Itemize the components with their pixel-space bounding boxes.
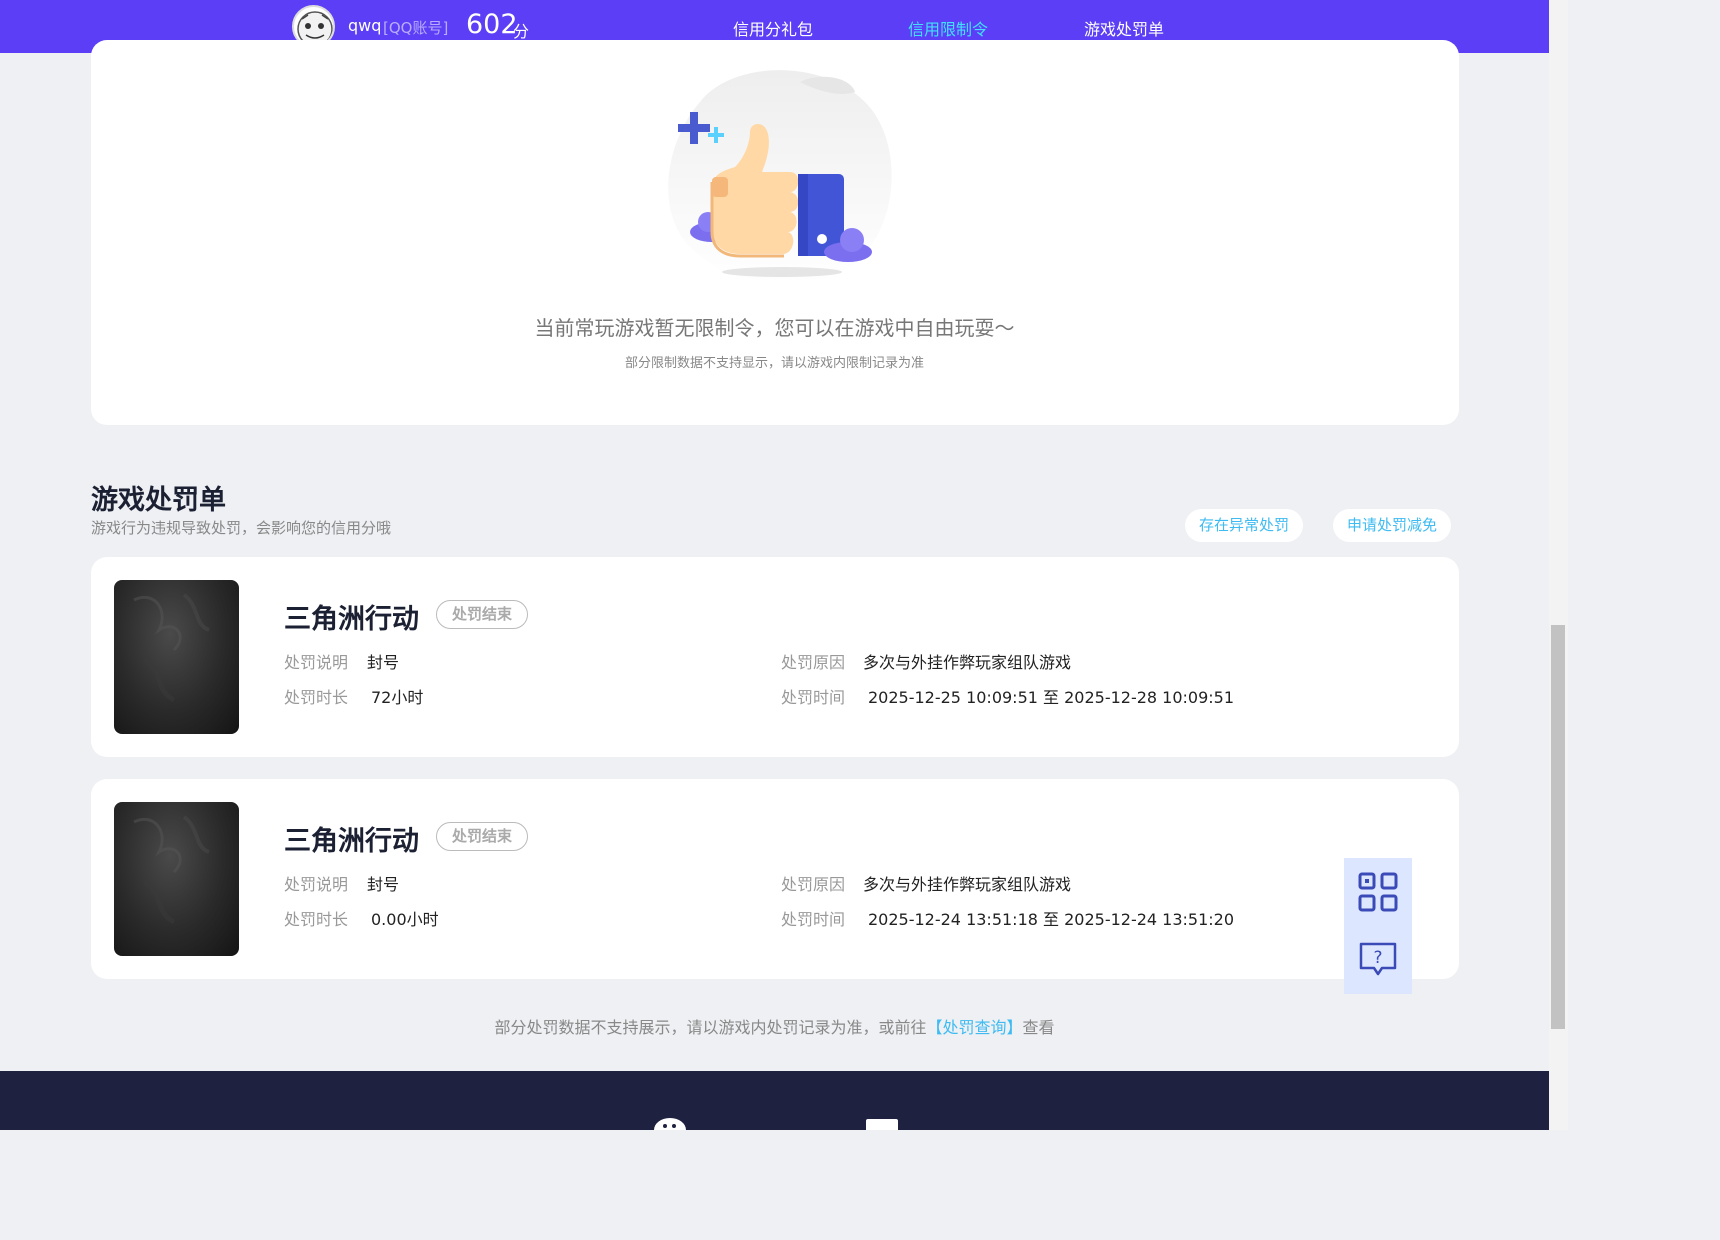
penalty-card[interactable]: 三角洲行动 处罚结束 处罚说明 封号 处罚时长 72小时 处罚原因 多次与外挂作… [91,557,1459,757]
wechat-icon[interactable] [652,1116,692,1130]
footer-logo-icon[interactable] [866,1119,898,1130]
penalty-card[interactable]: 三角洲行动 处罚结束 处罚说明 封号 处罚时长 0.00小时 处罚原因 多次与外… [91,779,1459,979]
report-abnormal-penalty-button[interactable]: 存在异常处罚 [1185,509,1304,542]
penalty-duration-value: 0.00小时 [371,910,439,929]
penalty-reason-label: 处罚原因 [781,653,846,672]
tab-game-penalty[interactable]: 游戏处罚单 [1084,16,1164,40]
penalty-duration-label: 处罚时长 [284,910,349,929]
penalty-time-value: 2025-12-24 13:51:18 至 2025-12-24 13:51:2… [868,910,1235,929]
page-footer [0,1071,1549,1130]
penalty-query-link[interactable]: 【处罚查询】 [926,1018,1022,1037]
game-thumbnail [114,580,239,734]
no-restriction-message: 当前常玩游戏暂无限制令，您可以在游戏中自由玩耍～ [534,316,1015,340]
game-name: 三角洲行动 [284,826,419,857]
note-suffix: 查看 [1022,1018,1055,1037]
penalty-reason-value: 多次与外挂作弊玩家组队游戏 [863,653,1072,672]
penalty-time-value: 2025-12-25 10:09:51 至 2025-12-28 10:09:5… [868,688,1235,707]
penalty-status-badge: 处罚结束 [436,822,529,851]
penalty-desc-value: 封号 [367,875,400,894]
penalty-desc-label: 处罚说明 [284,875,349,894]
game-thumbnail [114,802,239,956]
qrcode-button[interactable] [1344,858,1412,926]
apply-penalty-reduction-button[interactable]: 申请处罚减免 [1333,509,1452,542]
penalty-time-label: 处罚时间 [781,910,846,929]
account-type-label: [QQ账号] [383,19,449,37]
penalty-duration-value: 72小时 [371,688,424,707]
credit-score-unit: 分 [513,22,530,41]
game-name: 三角洲行动 [284,604,419,635]
svg-text:?: ? [1373,948,1382,968]
penalty-desc-label: 处罚说明 [284,653,349,672]
tab-credit-gift[interactable]: 信用分礼包 [733,16,813,40]
qrcode-icon [1358,872,1398,912]
penalty-reason-label: 处罚原因 [781,875,846,894]
username: qwq [348,16,382,35]
penalty-time-label: 处罚时间 [781,688,846,707]
penalty-section-title: 游戏处罚单 [91,485,226,516]
penalty-status-badge: 处罚结束 [436,600,529,629]
penalty-desc-value: 封号 [367,653,400,672]
penalty-reason-value: 多次与外挂作弊玩家组队游戏 [863,875,1072,894]
help-chat-icon: ? [1359,942,1397,976]
thumbs-up-illustration [668,70,892,285]
penalty-bottom-note: 部分处罚数据不支持展示，请以游戏内处罚记录为准，或前往【处罚查询】查看 [0,1014,1549,1038]
penalty-section-description: 游戏行为违规导致处罚，会影响您的信用分哦 [91,519,392,537]
tab-credit-restriction[interactable]: 信用限制令 [908,16,988,40]
scrollbar-thumb[interactable] [1551,625,1565,1029]
credit-score: 602 [466,9,518,40]
note-prefix: 部分处罚数据不支持展示，请以游戏内处罚记录为准，或前往 [494,1018,927,1037]
help-button[interactable]: ? [1344,926,1412,994]
penalty-duration-label: 处罚时长 [284,688,349,707]
restriction-sub-message: 部分限制数据不支持显示，请以游戏内限制记录为准 [624,356,924,371]
